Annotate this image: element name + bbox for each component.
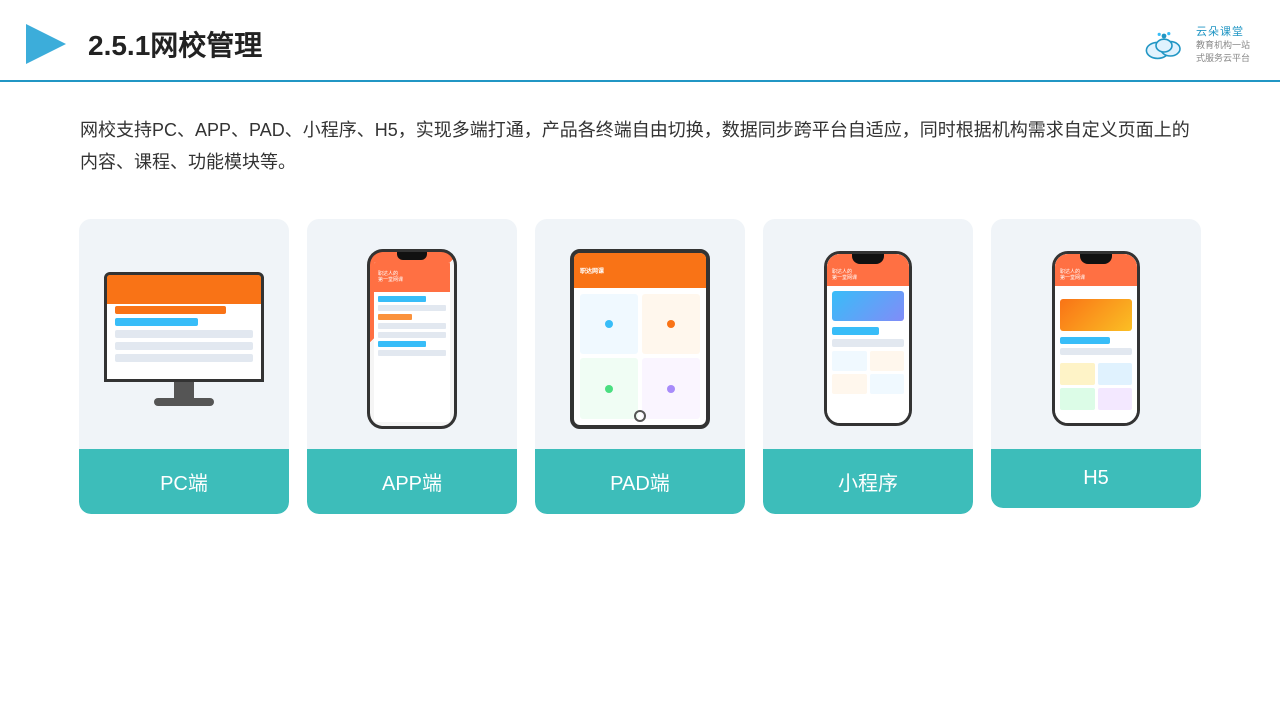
mini-row-2 (832, 339, 904, 347)
logo-arrow-icon (20, 18, 72, 70)
description: 网校支持PC、APP、PAD、小程序、H5，实现多端打通，产品各终端自由切换，数… (0, 82, 1280, 199)
h5-grid-item-1 (1060, 363, 1095, 385)
card-mini-label: 小程序 (763, 449, 973, 514)
page-title: 2.5.1网校管理 (88, 24, 262, 64)
mini-grid-item-4 (870, 374, 905, 394)
pc-monitor-icon (104, 272, 264, 406)
header-left: 2.5.1网校管理 (20, 18, 262, 70)
tablet-top-text: 职达网课 (580, 266, 604, 275)
tablet-card-4 (642, 358, 700, 419)
mini-row-1 (832, 327, 879, 335)
card-mini-image: 职达人的第一堂网课 (763, 219, 973, 449)
card-app-label: APP端 (307, 449, 517, 514)
tablet-card-1 (580, 294, 638, 355)
tablet-card-2 (642, 294, 700, 355)
card-pad-label: PAD端 (535, 449, 745, 514)
header: 2.5.1网校管理 云朵课堂 教育机构一站 式服务云平台 (0, 0, 1280, 82)
h5-grid-item-2 (1098, 363, 1133, 385)
phone-notch (397, 252, 427, 260)
card-h5: 职达人的第一堂网课 H5 (991, 219, 1201, 508)
pad-tablet-icon: 职达网课 (570, 249, 710, 429)
h5-header-text: 职达人的第一堂网课 (1060, 269, 1085, 281)
mini-banner (832, 291, 904, 321)
card-pad-image: 职达网课 (535, 219, 745, 449)
mini-grid-item-3 (832, 374, 867, 394)
card-pad: 职达网课 PAD端 (535, 219, 745, 514)
card-app-image: 职达人的第一堂网课 (307, 219, 517, 449)
brand-info: 云朵课堂 教育机构一站 式服务云平台 (1196, 23, 1250, 64)
mini-grid-item-2 (870, 351, 905, 371)
card-h5-image: 职达人的第一堂网课 (991, 219, 1201, 449)
h5-row-1 (1060, 337, 1110, 344)
card-h5-label: H5 (991, 449, 1201, 508)
card-pc-image (79, 219, 289, 449)
h5-banner (1060, 299, 1132, 331)
app-phone-header-text: 职达人的第一堂网课 (378, 271, 403, 283)
card-app: 职达人的第一堂网课 APP端 (307, 219, 517, 514)
h5-notch (1080, 254, 1112, 264)
brand-cloud-icon (1140, 28, 1188, 60)
h5-grid-item-4 (1098, 388, 1133, 410)
brand-name: 云朵课堂 (1196, 23, 1250, 39)
mini-header-text: 职达人的第一堂网课 (832, 269, 857, 281)
h5-grid-item-3 (1060, 388, 1095, 410)
app-phone-icon: 职达人的第一堂网课 (367, 249, 457, 429)
cards-container: PC端 职达人的第一堂网课 (0, 199, 1280, 534)
description-text: 网校支持PC、APP、PAD、小程序、H5，实现多端打通，产品各终端自由切换，数… (80, 120, 1190, 172)
mini-phone-icon: 职达人的第一堂网课 (824, 251, 912, 426)
mini-notch (852, 254, 884, 264)
card-pc-label: PC端 (79, 449, 289, 514)
tablet-home-button (634, 410, 646, 422)
card-pc: PC端 (79, 219, 289, 514)
h5-row-2 (1060, 348, 1132, 355)
mini-grid-item-1 (832, 351, 867, 371)
h5-grid (1060, 363, 1132, 410)
h5-phone-icon: 职达人的第一堂网课 (1052, 251, 1140, 426)
brand-slogan: 教育机构一站 式服务云平台 (1196, 39, 1250, 64)
header-right: 云朵课堂 教育机构一站 式服务云平台 (1140, 23, 1250, 64)
mini-grid (832, 351, 904, 394)
card-mini: 职达人的第一堂网课 小程序 (763, 219, 973, 514)
tablet-card-3 (580, 358, 638, 419)
